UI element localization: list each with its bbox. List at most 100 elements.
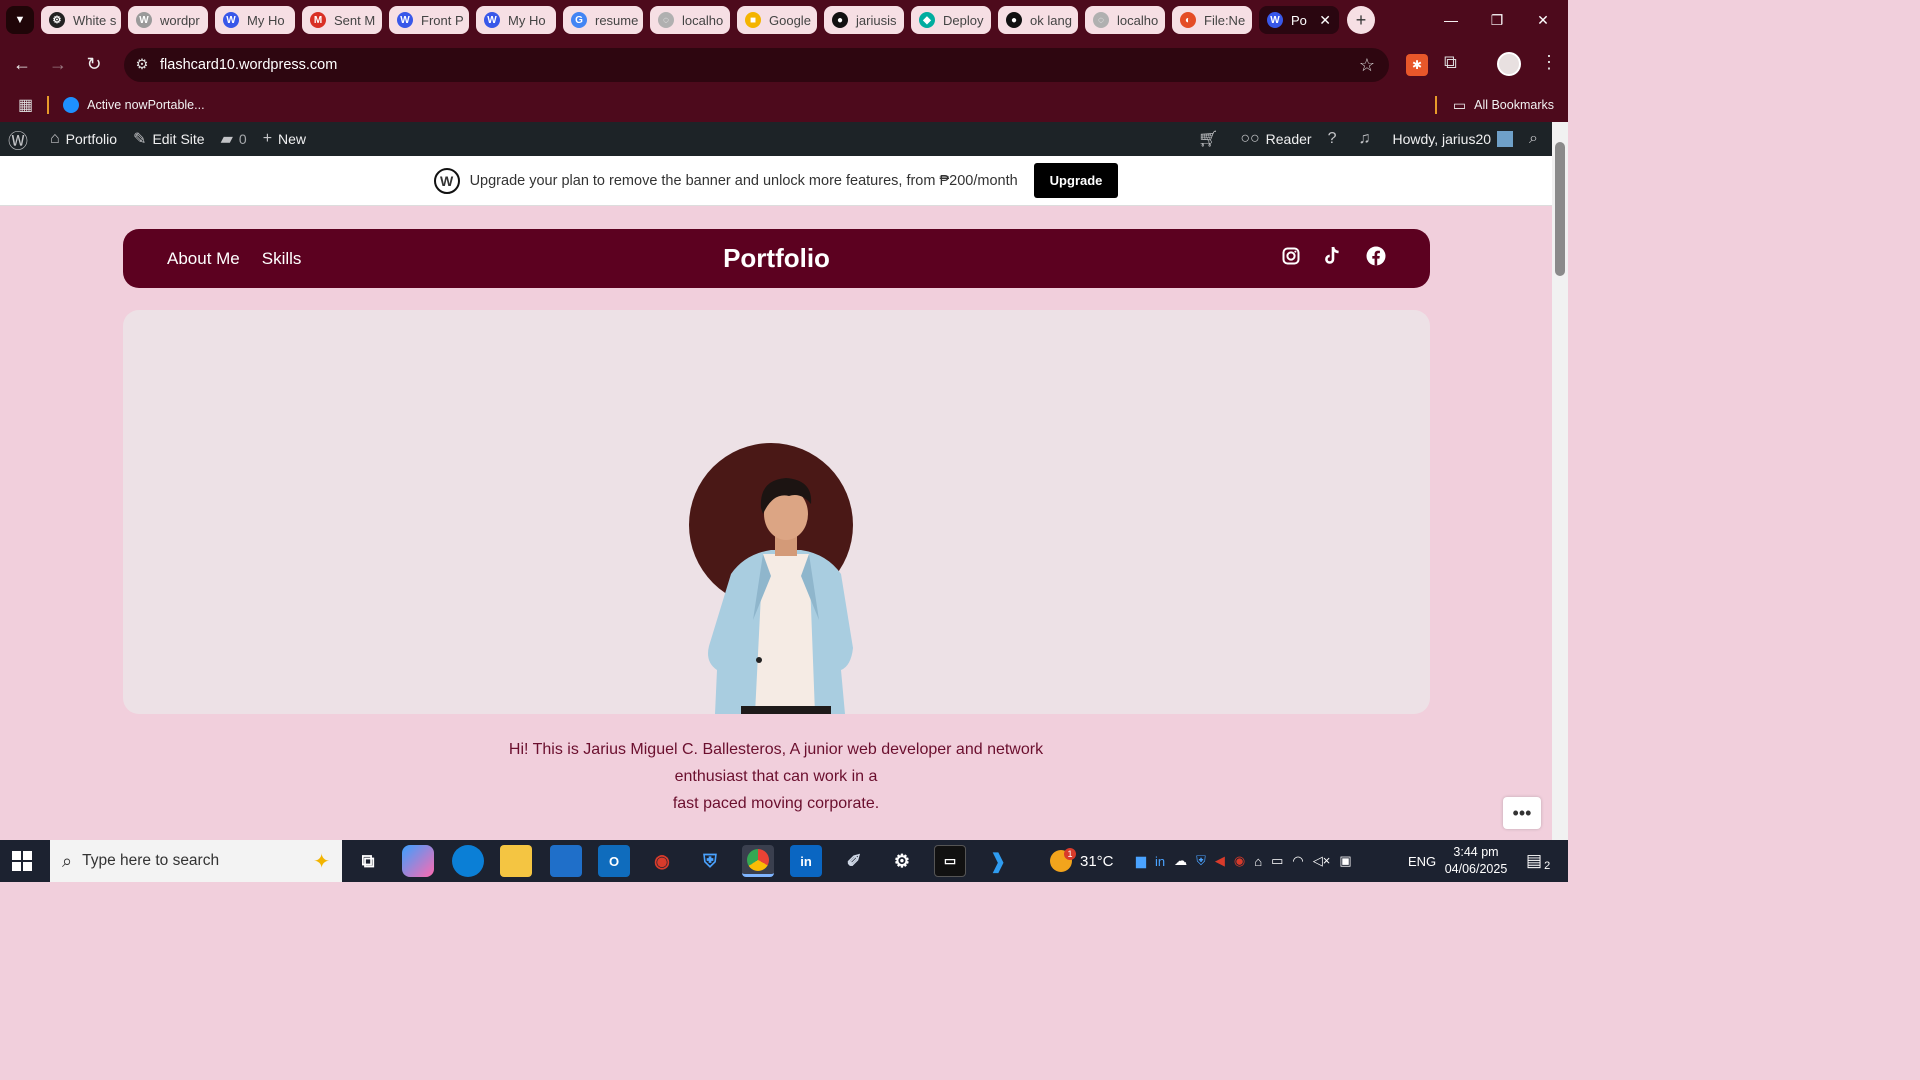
- antivirus-icon[interactable]: ◉: [646, 845, 678, 877]
- browser-tab[interactable]: W Front P: [389, 6, 469, 34]
- weather-widget[interactable]: 1 31°C: [1050, 840, 1114, 882]
- nav-skills[interactable]: Skills: [262, 249, 302, 269]
- site-info-icon[interactable]: ⚙: [124, 57, 160, 73]
- comments-menu[interactable]: ▰ 0: [213, 122, 255, 156]
- wp-logo-menu[interactable]: Ⓦ: [0, 122, 42, 156]
- settings-gear-icon[interactable]: ⚙: [886, 845, 918, 877]
- tray-device-icon[interactable]: ⌂: [1254, 854, 1262, 869]
- shield-icon[interactable]: ⛨: [694, 845, 726, 877]
- tab-label: White s: [73, 12, 117, 28]
- battery-icon[interactable]: ▭: [1271, 853, 1283, 869]
- browser-tab[interactable]: Wwordpr: [128, 6, 208, 34]
- apps-grid-icon[interactable]: ▦: [18, 95, 33, 115]
- taskbar-search-box[interactable]: ⌕ Type here to search ✦: [50, 840, 342, 882]
- close-tab-icon[interactable]: ✕: [1319, 12, 1331, 29]
- tab-favicon-icon: ◆: [919, 12, 935, 28]
- bio-text: Hi! This is Jarius Miguel C. Ballesteros…: [476, 736, 1076, 817]
- new-tab-button[interactable]: +: [1347, 6, 1375, 34]
- tray-security-icon[interactable]: ◉: [1234, 853, 1245, 869]
- tab-label: localho: [682, 12, 724, 28]
- tab-favicon-icon: W: [397, 12, 413, 28]
- clock[interactable]: 3:44 pm 04/06/2025: [1440, 840, 1512, 882]
- profile-avatar[interactable]: [1497, 52, 1521, 76]
- file-explorer-icon[interactable]: [500, 845, 532, 877]
- brush-icon: ✎: [133, 131, 147, 148]
- tray-cloud-icon[interactable]: ☁: [1174, 853, 1187, 869]
- help-menu[interactable]: ?: [1320, 122, 1351, 156]
- facebook-icon[interactable]: [1366, 246, 1386, 271]
- cart-menu[interactable]: 🛒︎: [1190, 122, 1232, 156]
- tab-label: ok lang: [1030, 12, 1072, 28]
- language-indicator[interactable]: ENG: [1408, 840, 1436, 882]
- upgrade-banner: W Upgrade your plan to remove the banner…: [0, 156, 1552, 206]
- paint-icon[interactable]: ✐: [838, 845, 870, 877]
- tab-label: localho: [1117, 12, 1159, 28]
- extensions-puzzle-icon[interactable]: ⧉: [1444, 52, 1457, 73]
- linkedin-icon[interactable]: in: [790, 845, 822, 877]
- notification-center[interactable]: ▤ 2: [1526, 840, 1550, 882]
- close-window-button[interactable]: ✕: [1520, 0, 1566, 40]
- tray-shield-icon[interactable]: ⛨: [1196, 853, 1206, 869]
- site-menu[interactable]: ⌂ Portfolio: [42, 122, 125, 156]
- browser-tab[interactable]: ● ok lang: [998, 6, 1078, 34]
- upgrade-button[interactable]: Upgrade: [1033, 163, 1119, 198]
- terminal-icon[interactable]: ▭: [934, 845, 966, 877]
- outlook-icon[interactable]: O: [598, 845, 630, 877]
- clock-time: 3:44 pm: [1453, 845, 1499, 859]
- copilot-icon[interactable]: [402, 845, 434, 877]
- browser-tab[interactable]: ● jariusis: [824, 6, 904, 34]
- minimize-button[interactable]: —: [1428, 0, 1474, 40]
- comment-count: 0: [238, 131, 247, 147]
- browser-tab[interactable]: ◆ Deploy: [911, 6, 991, 34]
- bookmark-active-now[interactable]: Active nowPortable...: [87, 98, 204, 112]
- browser-tab[interactable]: ◐ File:Ne: [1172, 6, 1252, 34]
- wifi-icon[interactable]: ◠: [1292, 853, 1303, 869]
- tiktok-icon[interactable]: [1324, 246, 1342, 271]
- reload-button[interactable]: ↻: [76, 46, 112, 82]
- volume-mute-icon[interactable]: ◁×: [1313, 853, 1331, 869]
- browser-tab[interactable]: Gresume: [563, 6, 643, 34]
- new-content-menu[interactable]: + New: [255, 122, 314, 156]
- tray-speaker-icon[interactable]: ◀: [1215, 853, 1225, 869]
- address-bar[interactable]: ⚙ flashcard10.wordpress.com ☆: [124, 48, 1389, 82]
- forward-button[interactable]: →: [40, 46, 76, 82]
- browser-tab[interactable]: ⚙ White s: [41, 6, 121, 34]
- scrollbar-thumb[interactable]: [1555, 142, 1565, 276]
- restore-button[interactable]: ❐: [1474, 0, 1520, 40]
- back-button[interactable]: ←: [4, 46, 40, 82]
- tray-app-icon[interactable]: ▆: [1136, 853, 1146, 869]
- tab-search-button[interactable]: ▼: [6, 6, 34, 34]
- chrome-icon[interactable]: [742, 845, 774, 877]
- browser-tab[interactable]: M Sent M: [302, 6, 382, 34]
- search-menu[interactable]: ⌕: [1521, 122, 1552, 156]
- browser-tab[interactable]: W My Ho: [215, 6, 295, 34]
- windows-start-icon[interactable]: [12, 851, 32, 876]
- social-links: [1282, 229, 1386, 288]
- extension-icon[interactable]: ✱: [1406, 54, 1428, 76]
- tab-favicon-icon: ◐: [1180, 12, 1196, 28]
- browser-tab[interactable]: W My Ho: [476, 6, 556, 34]
- nav-about-me[interactable]: About Me: [167, 249, 240, 269]
- instagram-icon[interactable]: [1282, 247, 1300, 270]
- edit-site-menu[interactable]: ✎ Edit Site: [125, 122, 213, 156]
- display-icon[interactable]: ▣: [1339, 853, 1351, 869]
- bookmark-star-icon[interactable]: ☆: [1359, 55, 1375, 76]
- browser-tab[interactable]: ◌ localho: [650, 6, 730, 34]
- task-view-icon[interactable]: ⧉: [352, 845, 384, 877]
- all-bookmarks[interactable]: All Bookmarks: [1474, 98, 1554, 112]
- more-options-button[interactable]: •••: [1503, 797, 1541, 829]
- tab-favicon-icon: ●: [1006, 12, 1022, 28]
- browser-tab[interactable]: ◌ localho: [1085, 6, 1165, 34]
- vscode-icon[interactable]: ❱: [982, 845, 1014, 877]
- tray-linkedin-icon[interactable]: in: [1155, 854, 1165, 869]
- store-icon[interactable]: [550, 845, 582, 877]
- url-text: flashcard10.wordpress.com: [160, 57, 338, 73]
- account-menu[interactable]: Howdy, jarius20: [1384, 122, 1521, 156]
- tab-favicon-icon: ◌: [658, 12, 674, 28]
- notifications-menu[interactable]: ♫: [1350, 122, 1384, 156]
- browser-tab[interactable]: ■ Google: [737, 6, 817, 34]
- active-tab[interactable]: W Po ✕: [1259, 6, 1339, 34]
- browser-menu-icon[interactable]: ⋮: [1540, 52, 1558, 73]
- reader-menu[interactable]: ○○ Reader: [1232, 122, 1319, 156]
- edge-icon[interactable]: [452, 845, 484, 877]
